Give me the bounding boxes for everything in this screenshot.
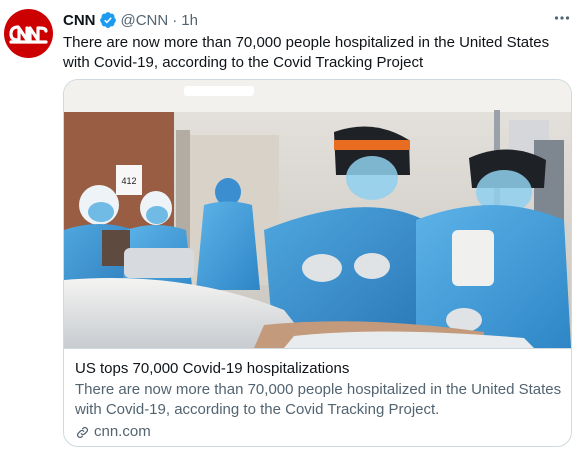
author-name[interactable]: CNN (63, 12, 96, 29)
timestamp[interactable]: 1h (181, 12, 198, 29)
room-sign: 412 (121, 176, 136, 186)
card-title[interactable]: US tops 70,000 Covid-19 hospitalizations (75, 359, 563, 379)
avatar[interactable] (4, 9, 53, 58)
card-domain[interactable]: cnn.com (75, 422, 563, 442)
link-card[interactable]: 412 US tops 70,000 Covid-19 hospitalizat… (63, 79, 572, 447)
tweet[interactable]: CNN @CNN · 1h There are now more than 70… (0, 0, 584, 455)
tweet-header: CNN @CNN · 1h (63, 10, 584, 30)
link-icon (77, 426, 88, 438)
card-image[interactable]: 412 (64, 80, 571, 348)
card-domain-text[interactable]: cnn.com (94, 422, 151, 442)
card-divider (64, 348, 571, 349)
author-handle[interactable]: @CNN (121, 12, 169, 29)
more-options-icon[interactable] (550, 6, 574, 30)
card-meta[interactable]: US tops 70,000 Covid-19 hospitalizations… (75, 359, 563, 442)
card-description: There are now more than 70,000 people ho… (75, 381, 562, 418)
verified-badge-icon (99, 12, 116, 28)
separator-dot: · (172, 11, 178, 29)
tweet-text: There are now more than 70,000 people ho… (63, 34, 550, 71)
cnn-logo (9, 25, 48, 44)
